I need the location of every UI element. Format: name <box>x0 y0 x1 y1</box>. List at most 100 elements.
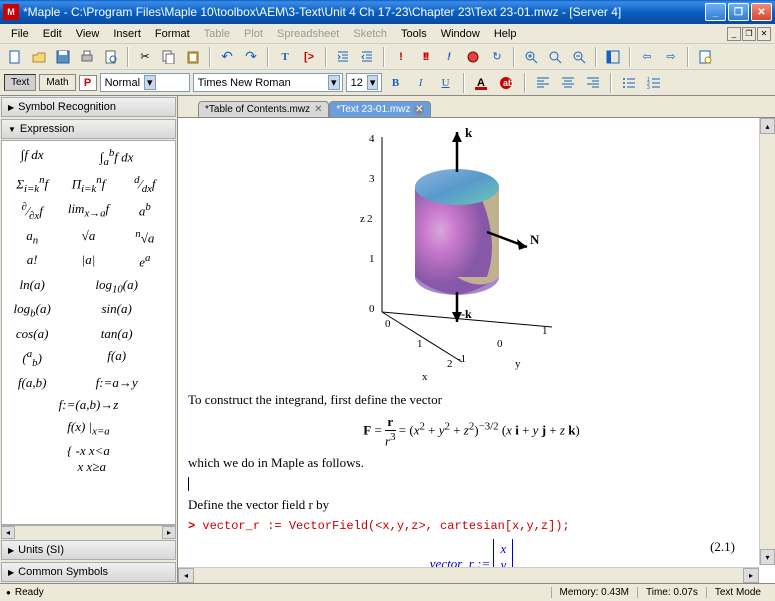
forward-button[interactable]: ⇨ <box>660 46 682 68</box>
bold-button[interactable]: B <box>385 72 407 94</box>
expr-exp[interactable]: ea <box>119 250 171 272</box>
help-button[interactable] <box>694 46 716 68</box>
mdi-minimize-button[interactable]: _ <box>727 27 741 41</box>
close-icon[interactable]: ✕ <box>414 105 424 115</box>
menu-tools[interactable]: Tools <box>394 26 434 42</box>
expr-piecewise[interactable]: { -x x<a x x≥a <box>6 441 171 477</box>
italic-button[interactable]: I <box>410 72 432 94</box>
maximize-button[interactable]: ❐ <box>728 3 749 21</box>
math-toggle[interactable]: Math <box>39 74 75 91</box>
expr-limit[interactable]: limx→af <box>62 199 114 224</box>
expr-logb[interactable]: logb(a) <box>6 299 58 322</box>
align-center-button[interactable] <box>557 72 579 94</box>
align-right-button[interactable] <box>582 72 604 94</box>
expr-sum[interactable]: Σi=knf <box>6 172 58 197</box>
mdi-close-button[interactable]: ✕ <box>757 27 771 41</box>
expr-power[interactable]: ab <box>119 199 171 224</box>
menu-edit[interactable]: Edit <box>36 26 69 42</box>
close-icon[interactable]: ✕ <box>314 104 322 115</box>
toggle-panel-button[interactable] <box>602 46 624 68</box>
expr-nthroot[interactable]: n√a <box>119 226 171 249</box>
print-button[interactable] <box>76 46 98 68</box>
menu-table[interactable]: Table <box>197 26 237 42</box>
palette-units-si[interactable]: ▶Units (SI) <box>1 540 176 560</box>
execute-all-button[interactable]: !!! <box>414 46 436 68</box>
restart-button[interactable]: ↻ <box>486 46 508 68</box>
cut-button[interactable]: ✂ <box>134 46 156 68</box>
menu-sketch[interactable]: Sketch <box>346 26 394 42</box>
expr-def-integral[interactable]: ∫abf dx <box>62 145 171 170</box>
expr-subscript[interactable]: an <box>6 226 58 249</box>
menu-window[interactable]: Window <box>434 26 487 42</box>
maple-input[interactable]: > vector_r := VectorField(<x,y,z>, carte… <box>188 519 755 533</box>
close-button[interactable]: ✕ <box>751 3 772 21</box>
bullet-list-button[interactable] <box>618 72 640 94</box>
indent-button[interactable] <box>332 46 354 68</box>
expr-tan[interactable]: tan(a) <box>62 324 171 344</box>
expr-abs[interactable]: |a| <box>62 250 114 272</box>
font-color-button[interactable]: A <box>471 72 493 94</box>
maple-input-button[interactable]: [> <box>298 46 320 68</box>
palette-h-scrollbar[interactable]: ◂▸ <box>1 525 176 539</box>
style-combo[interactable]: Normal▾ <box>100 73 190 92</box>
expr-func2[interactable]: f(a,b) <box>6 373 58 393</box>
expr-factorial[interactable]: a! <box>6 250 58 272</box>
number-list-button[interactable]: 123 <box>643 72 665 94</box>
document-body[interactable]: 4 3 2 1 0 z 012 x -101 y <box>178 118 775 583</box>
expr-log10[interactable]: log10(a) <box>62 275 171 298</box>
new-button[interactable] <box>4 46 26 68</box>
expr-ln[interactable]: ln(a) <box>6 275 58 298</box>
undo-button[interactable]: ↶ <box>216 46 238 68</box>
zoom-fit-button[interactable] <box>520 46 542 68</box>
paste-button[interactable] <box>182 46 204 68</box>
redo-button[interactable]: ↷ <box>240 46 262 68</box>
font-size-combo[interactable]: 12▾ <box>346 73 382 92</box>
palette-common-symbols[interactable]: ▶Common Symbols <box>1 562 176 582</box>
expr-binomial[interactable]: (ab) <box>6 346 58 371</box>
font-combo[interactable]: Times New Roman▾ <box>193 73 343 92</box>
menu-help[interactable]: Help <box>487 26 524 42</box>
tab-table-of-contents[interactable]: *Table of Contents.mwz✕ <box>198 101 329 117</box>
debug-button[interactable] <box>462 46 484 68</box>
zoom-in-button[interactable] <box>544 46 566 68</box>
expr-sin[interactable]: sin(a) <box>62 299 171 322</box>
expr-integral[interactable]: ∫f dx <box>6 145 58 170</box>
expr-arrow[interactable]: f:=a→y <box>62 373 171 393</box>
text-toggle[interactable]: Text <box>4 74 36 91</box>
menu-plot[interactable]: Plot <box>237 26 270 42</box>
menu-view[interactable]: View <box>69 26 107 42</box>
minimize-button[interactable]: _ <box>705 3 726 21</box>
expr-eval[interactable]: f(x) |x=a <box>6 417 171 440</box>
interrupt-button[interactable]: ! <box>438 46 460 68</box>
expr-func[interactable]: f(a) <box>62 346 171 371</box>
zoom-out-button[interactable] <box>568 46 590 68</box>
menu-insert[interactable]: Insert <box>106 26 148 42</box>
palette-symbol-recognition[interactable]: ▶Symbol Recognition <box>1 97 176 117</box>
menu-spreadsheet[interactable]: Spreadsheet <box>270 26 346 42</box>
menu-file[interactable]: File <box>4 26 36 42</box>
plot-3d[interactable]: 4 3 2 1 0 z 012 x -101 y <box>327 122 617 382</box>
paragraph-style-button[interactable]: P <box>79 75 97 91</box>
expr-cos[interactable]: cos(a) <box>6 324 58 344</box>
expr-partial[interactable]: ∂⁄∂xf <box>6 199 58 224</box>
expr-sqrt[interactable]: √a <box>62 226 114 249</box>
palette-expression[interactable]: ▼Expression <box>1 119 176 139</box>
doc-cursor-line[interactable] <box>188 477 189 491</box>
execute-button[interactable]: ! <box>390 46 412 68</box>
print-preview-button[interactable] <box>100 46 122 68</box>
menu-format[interactable]: Format <box>148 26 197 42</box>
back-button[interactable]: ⇦ <box>636 46 658 68</box>
align-left-button[interactable] <box>532 72 554 94</box>
v-scrollbar[interactable]: ▴▾ <box>759 118 775 565</box>
tab-text-23-01[interactable]: *Text 23-01.mwz✕ <box>329 101 431 117</box>
copy-button[interactable] <box>158 46 180 68</box>
mdi-restore-button[interactable]: ❐ <box>742 27 756 41</box>
save-button[interactable] <box>52 46 74 68</box>
underline-button[interactable]: U <box>435 72 457 94</box>
text-mode-button[interactable]: T <box>274 46 296 68</box>
open-button[interactable] <box>28 46 50 68</box>
expr-arrow2[interactable]: f:=(a,b)→z <box>6 395 171 415</box>
expr-derivative[interactable]: d⁄dxf <box>119 172 171 197</box>
outdent-button[interactable] <box>356 46 378 68</box>
highlight-button[interactable]: ab <box>496 72 518 94</box>
